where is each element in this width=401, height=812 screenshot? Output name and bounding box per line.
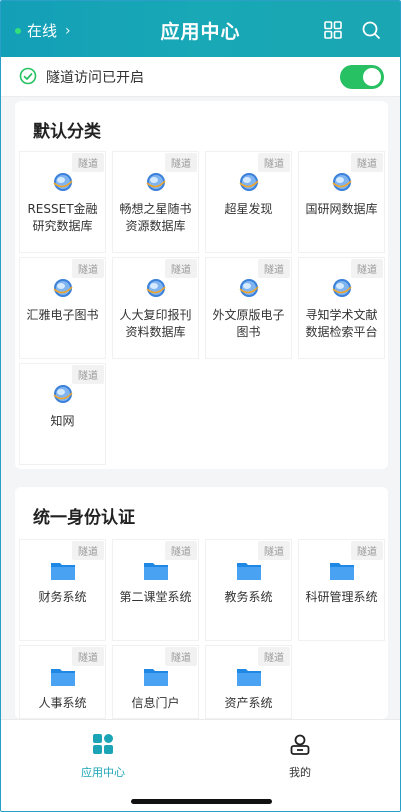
globe-icon [239, 173, 259, 191]
app-tile[interactable]: 隧道 第二课堂系统 [112, 539, 199, 641]
tunnel-tag: 隧道 [351, 259, 383, 278]
globe-icon [239, 279, 259, 297]
tunnel-tag: 隧道 [258, 647, 290, 666]
app-tile[interactable]: 隧道 外文原版电子图书 [205, 257, 292, 359]
bottom-nav: 应用中心 我的 [1, 719, 400, 811]
globe-icon [146, 279, 166, 297]
app-tile[interactable]: 隧道 教务系统 [205, 539, 292, 641]
tunnel-tag: 隧道 [258, 541, 290, 560]
app-name: 汇雅电子图书 [26, 308, 99, 322]
app-tile[interactable]: 隧道 国研网数据库 [298, 151, 385, 253]
tunnel-tag: 隧道 [351, 153, 383, 172]
app-tile[interactable]: 隧道 畅想之星随书资源数据库 [112, 151, 199, 253]
nav-me[interactable]: 我的 [260, 732, 340, 780]
grid-icon[interactable] [323, 20, 343, 40]
app-name: 信息门户 [131, 696, 180, 710]
tunnel-tag: 隧道 [72, 647, 104, 666]
section-default: 默认分类 隧道 RESSET金融研究数据库 隧道 畅想之星随书资源数据库 隧道 [15, 101, 388, 469]
apps-icon [93, 734, 113, 754]
app-name: 人大复印报刊资料数据库 [119, 308, 192, 339]
app-tile[interactable]: 隧道 超星发现 [205, 151, 292, 253]
app-tile[interactable]: 隧道 资产系统 [205, 645, 292, 719]
folder-icon [144, 563, 168, 580]
tunnel-tag: 隧道 [72, 153, 104, 172]
app-name: 教务系统 [224, 590, 273, 604]
app-tile[interactable]: 隧道 RESSET金融研究数据库 [19, 151, 106, 253]
toggle-knob [363, 68, 381, 86]
app-tile[interactable]: 隧道 汇雅电子图书 [19, 257, 106, 359]
folder-icon [144, 669, 168, 686]
tunnel-tag: 隧道 [165, 153, 197, 172]
app-name: 外文原版电子图书 [212, 308, 285, 339]
app-name: 第二课堂系统 [119, 590, 192, 604]
globe-icon [53, 385, 73, 403]
app-name: 超星发现 [224, 202, 273, 216]
app-tile[interactable]: 隧道 人事系统 [19, 645, 106, 719]
globe-icon [53, 173, 73, 191]
app-tile[interactable]: 隧道 科研管理系统 [298, 539, 385, 641]
app-tile[interactable]: 隧道 寻知学术文献数据检索平台 [298, 257, 385, 359]
tunnel-tag: 隧道 [72, 259, 104, 278]
app-tile[interactable]: 隧道 信息门户 [112, 645, 199, 719]
tunnel-tag: 隧道 [258, 259, 290, 278]
app-name: RESSET金融研究数据库 [27, 202, 98, 233]
nav-apps-label: 应用中心 [81, 766, 125, 779]
tunnel-tag: 隧道 [258, 153, 290, 172]
search-icon[interactable] [361, 20, 381, 40]
section-title: 默认分类 [33, 122, 101, 142]
app-frame: 在线 › 应用中心 隧道访问已开启 默认分类 隧道 RESSET金融研究数据库 … [0, 0, 401, 812]
app-name: 畅想之星随书资源数据库 [119, 202, 192, 233]
section-title: 统一身份认证 [33, 508, 135, 528]
tunnel-status-label: 隧道访问已开启 [46, 70, 144, 86]
app-name: 知网 [50, 414, 75, 428]
app-name: 财务系统 [38, 590, 87, 604]
tunnel-tag: 隧道 [165, 541, 197, 560]
app-name: 寻知学术文献数据检索平台 [305, 308, 378, 339]
tunnel-tag: 隧道 [72, 365, 104, 384]
nav-apps[interactable]: 应用中心 [63, 732, 143, 780]
folder-icon [237, 669, 261, 686]
home-indicator [131, 799, 272, 804]
folder-icon [237, 563, 261, 580]
tunnel-tag: 隧道 [72, 541, 104, 560]
app-name: 科研管理系统 [305, 590, 378, 604]
check-circle-icon [19, 67, 37, 85]
tunnel-tag: 隧道 [165, 259, 197, 278]
folder-icon [330, 563, 354, 580]
app-tile[interactable]: 隧道 财务系统 [19, 539, 106, 641]
tunnel-tag: 隧道 [165, 647, 197, 666]
person-icon [290, 734, 310, 755]
tunnel-status-bar: 隧道访问已开启 [1, 57, 400, 97]
section-sso: 统一身份认证 隧道 财务系统 隧道 第二课堂系统 隧道 教务系统 隧道 科研管理… [15, 487, 388, 719]
tunnel-toggle[interactable] [340, 65, 384, 89]
globe-icon [146, 173, 166, 191]
folder-icon [51, 669, 75, 686]
nav-me-label: 我的 [289, 766, 311, 779]
globe-icon [332, 173, 352, 191]
globe-icon [53, 279, 73, 297]
app-name: 人事系统 [38, 696, 87, 710]
app-name: 国研网数据库 [305, 202, 378, 216]
app-tile[interactable]: 隧道 知网 [19, 363, 106, 465]
app-tile[interactable]: 隧道 人大复印报刊资料数据库 [112, 257, 199, 359]
tunnel-tag: 隧道 [351, 541, 383, 560]
top-header: 在线 › 应用中心 [1, 1, 400, 57]
globe-icon [332, 279, 352, 297]
app-name: 资产系统 [224, 696, 273, 710]
folder-icon [51, 563, 75, 580]
